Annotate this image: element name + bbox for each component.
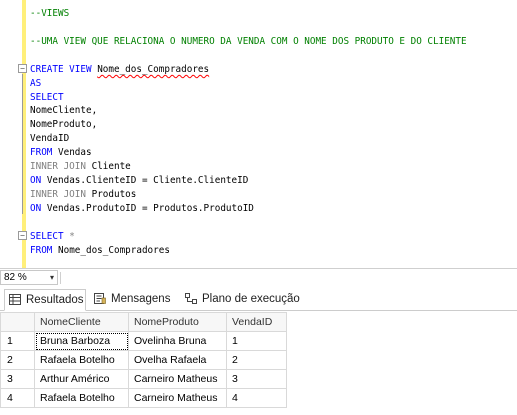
grid-icon xyxy=(9,294,21,305)
table-cell[interactable]: Bruna Barboza xyxy=(34,331,129,351)
keyword-line: AS xyxy=(30,78,42,89)
keyword-line: SELECT xyxy=(30,92,64,103)
code-line: NomeCliente, xyxy=(30,105,98,116)
zoom-dropdown[interactable]: 82 % ▾ xyxy=(0,270,58,285)
table-cell[interactable]: Ovelinha Bruna xyxy=(128,331,227,351)
keyword: CREATE VIEW xyxy=(30,64,92,75)
table-cell[interactable]: 2 xyxy=(226,350,287,370)
tab-results[interactable]: Resultados xyxy=(4,289,86,311)
column-header[interactable]: NomeCliente xyxy=(34,312,129,332)
results-table: NomeCliente NomeProduto VendaID 1 Bruna … xyxy=(0,312,287,408)
tab-label: Mensagens xyxy=(111,293,171,305)
tab-label: Plano de execução xyxy=(202,293,300,305)
tab-label: Resultados xyxy=(26,294,84,306)
table-name: Cliente xyxy=(91,161,131,172)
table-row[interactable]: 2 Rafaela Botelho Ovelha Rafaela 2 xyxy=(0,350,287,370)
results-tab-strip: Resultados Mensagens Plano de execução xyxy=(0,287,517,311)
results-grid[interactable]: NomeCliente NomeProduto VendaID 1 Bruna … xyxy=(0,312,517,415)
table-cell[interactable]: 4 xyxy=(226,388,287,408)
messages-icon xyxy=(94,293,106,304)
table-row[interactable]: 3 Arthur Américo Carneiro Matheus 3 xyxy=(0,369,287,389)
collapse-region-icon[interactable]: − xyxy=(18,231,27,240)
code-line: INNER JOIN Produtos xyxy=(30,188,136,201)
row-number[interactable]: 2 xyxy=(0,350,35,370)
editor-status-bar: 82 % ▾ xyxy=(0,268,517,286)
outline-line xyxy=(22,74,23,214)
keyword: ON xyxy=(30,175,42,186)
table-row[interactable]: 1 Bruna Barboza Ovelinha Bruna 1 xyxy=(0,331,287,351)
table-cell[interactable]: 3 xyxy=(226,369,287,389)
table-cell[interactable]: Carneiro Matheus xyxy=(128,388,227,408)
table-name: Nome_dos_Compradores xyxy=(58,245,170,256)
table-cell[interactable]: Arthur Américo xyxy=(34,369,129,389)
table-name: Vendas xyxy=(58,147,92,158)
code-line: FROM Vendas xyxy=(30,146,92,159)
table-cell[interactable]: Rafaela Botelho xyxy=(34,350,129,370)
code-line: NomeProduto, xyxy=(30,119,98,130)
code-line: FROM Nome_dos_Compradores xyxy=(30,244,170,257)
sql-editor[interactable]: − − --VIEWS --UMA VIEW QUE RELACIONA O N… xyxy=(0,0,517,268)
corner-cell[interactable] xyxy=(0,312,35,332)
code-line: SELECT * xyxy=(30,230,75,243)
keyword: FROM xyxy=(30,245,53,256)
row-number[interactable]: 4 xyxy=(0,388,35,408)
execution-plan-icon xyxy=(185,293,197,304)
chevron-down-icon: ▾ xyxy=(49,273,54,282)
divider xyxy=(60,272,61,284)
table-cell[interactable]: Ovelha Rafaela xyxy=(128,350,227,370)
table-name: Produtos xyxy=(91,189,137,200)
code-line: ON Vendas.ClienteID = Cliente.ClienteID xyxy=(30,174,248,187)
tab-execution-plan[interactable]: Plano de execução xyxy=(181,289,305,311)
code-line: CREATE VIEW Nome_dos_Compradores xyxy=(30,63,209,76)
comment-line: --UMA VIEW QUE RELACIONA O NUMERO DA VEN… xyxy=(30,36,467,47)
tab-messages[interactable]: Mensagens xyxy=(90,289,176,311)
keyword: FROM xyxy=(30,147,53,158)
keyword: INNER JOIN xyxy=(30,189,86,200)
zoom-value: 82 % xyxy=(4,272,27,283)
keyword: ON xyxy=(30,203,42,214)
operator: * xyxy=(69,231,75,242)
keyword: INNER JOIN xyxy=(30,161,86,172)
table-cell[interactable]: 1 xyxy=(226,331,287,351)
view-name: Nome_dos_Compradores xyxy=(97,64,210,75)
table-cell[interactable]: Rafaela Botelho xyxy=(34,388,129,408)
column-header[interactable]: NomeProduto xyxy=(128,312,227,332)
code-line: VendaID xyxy=(30,133,70,144)
collapse-region-icon[interactable]: − xyxy=(18,64,27,73)
code-line: ON Vendas.ProdutoID = Produtos.ProdutoID xyxy=(30,202,254,215)
keyword: SELECT xyxy=(30,231,64,242)
row-number[interactable]: 3 xyxy=(0,369,35,389)
table-row[interactable]: 4 Rafaela Botelho Carneiro Matheus 4 xyxy=(0,388,287,408)
code-line: INNER JOIN Cliente xyxy=(30,160,131,173)
join-expression: Vendas.ClienteID = Cliente.ClienteID xyxy=(46,175,249,186)
header-row: NomeCliente NomeProduto VendaID xyxy=(0,312,287,332)
row-number[interactable]: 1 xyxy=(0,331,35,351)
join-expression: Vendas.ProdutoID = Produtos.ProdutoID xyxy=(46,203,254,214)
table-cell[interactable]: Carneiro Matheus xyxy=(128,369,227,389)
column-header[interactable]: VendaID xyxy=(226,312,287,332)
comment-line: --VIEWS xyxy=(30,8,70,19)
